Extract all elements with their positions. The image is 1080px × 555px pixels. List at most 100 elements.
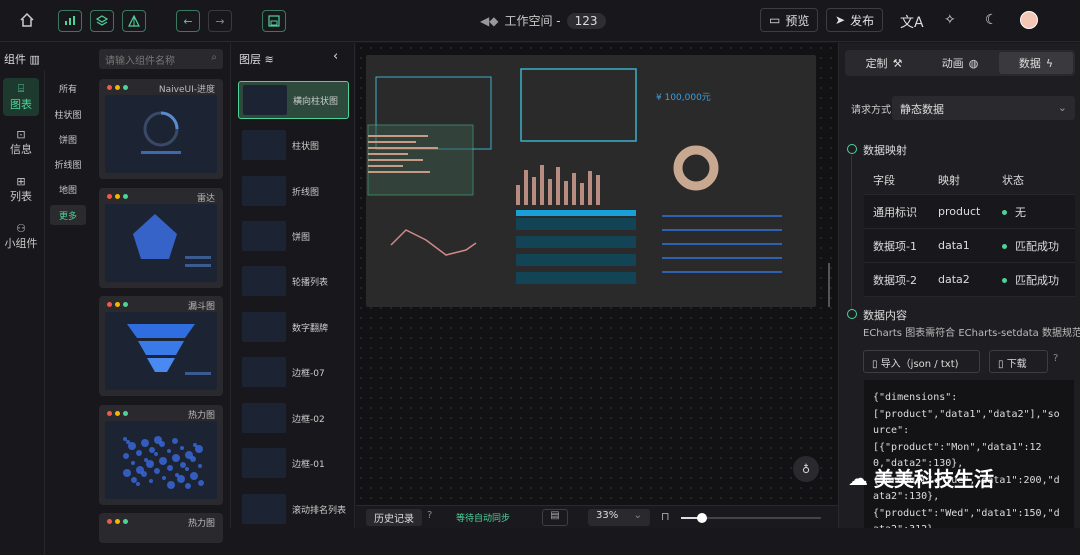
tab-label: 动画 xyxy=(941,57,964,70)
rail-item-widgets[interactable]: ⚇ 小组件 xyxy=(3,222,39,256)
chevron-left-icon[interactable]: ‹ xyxy=(333,49,338,64)
heat-dot xyxy=(185,451,193,459)
stage-preview: ¥ 100,000元 xyxy=(367,68,782,284)
workspace-id[interactable]: 123 xyxy=(566,12,606,29)
content-title: 数据内容 xyxy=(863,309,907,322)
heat-dot xyxy=(172,438,178,444)
layer-item[interactable]: 横向柱状图 xyxy=(238,81,349,119)
rail-item-list[interactable]: ⊞ 列表 xyxy=(3,175,39,209)
layer-item[interactable]: 数字翻牌 xyxy=(238,308,349,346)
tab-animation[interactable]: 动画 ◍ xyxy=(923,52,997,74)
component-name: 热力图 xyxy=(187,519,215,529)
heat-dot xyxy=(144,458,148,462)
cat-line[interactable]: 折线图 xyxy=(50,154,86,174)
layer-item[interactable]: 轮播列表 xyxy=(238,262,349,300)
avatar[interactable] xyxy=(1020,11,1038,29)
dashboard-stage[interactable]: ¥ 100,000元 xyxy=(366,55,816,307)
heat-dot xyxy=(123,469,131,477)
layer-item[interactable]: 饼图 xyxy=(238,217,349,255)
heat-dot xyxy=(154,452,158,456)
download-label: 下载 xyxy=(1006,359,1027,370)
layer-item[interactable]: 折线图 xyxy=(238,172,349,210)
component-card[interactable]: 雷达 xyxy=(99,188,223,288)
download-button[interactable]: ▯ 下载 xyxy=(989,350,1048,373)
layer-item[interactable]: 边框-01 xyxy=(238,444,349,482)
field-cell: 数据项-1 xyxy=(873,239,917,253)
component-card[interactable]: NaiveUI-进度 xyxy=(99,79,223,179)
rail-item-info[interactable]: ⊡ 信息 xyxy=(3,128,39,162)
editor-canvas[interactable]: ¥ 100,000元 ♁ xyxy=(356,43,838,505)
zoom-slider[interactable] xyxy=(681,513,821,523)
layout-icon[interactable]: ▤ xyxy=(542,509,568,526)
heat-dot xyxy=(167,465,173,471)
preview-button[interactable]: ▭ 预览 xyxy=(760,8,819,32)
moon-icon[interactable]: ☾ xyxy=(985,12,998,28)
data-json-editor[interactable]: {"dimensions": ["product","data1","data2… xyxy=(864,380,1074,528)
help-icon[interactable]: ? xyxy=(1053,353,1058,364)
component-card[interactable]: 漏斗图 xyxy=(99,296,223,396)
heat-dot xyxy=(167,481,175,489)
heat-dot xyxy=(190,472,198,480)
canvas-bottom-bar: 历史记录 ? 等待自动同步 ▤ 33% ⌄ ⊓ xyxy=(356,505,838,528)
layer-label: 轮播列表 xyxy=(292,277,329,288)
tab-label: 定制 xyxy=(865,57,888,70)
config-toggle-button[interactable] xyxy=(122,10,146,32)
cat-more[interactable]: 更多 xyxy=(50,205,86,225)
cat-map[interactable]: 地图 xyxy=(50,179,86,199)
table-row: 数据项-1 data1 匹配成功 xyxy=(864,229,1075,263)
layer-label: 滚动排名列表 xyxy=(292,505,347,516)
cat-all[interactable]: 所有 xyxy=(50,78,86,98)
table-header: 字段 映射 状态 xyxy=(864,165,1075,195)
rail-item-charts[interactable]: ⌸ 图表 xyxy=(3,78,39,116)
cat-bar[interactable]: 柱状图 xyxy=(50,104,86,124)
redo-button[interactable]: → xyxy=(208,10,232,32)
history-button[interactable]: 历史记录 xyxy=(366,509,422,526)
save-button[interactable] xyxy=(262,10,286,32)
map-cell: data2 xyxy=(938,273,970,286)
heat-dot xyxy=(149,479,153,483)
zoom-select[interactable]: 33% ⌄ xyxy=(588,509,650,526)
layer-item[interactable]: 滚动排名列表 xyxy=(238,490,349,528)
table-row: 数据项-2 data2 匹配成功 xyxy=(864,263,1075,297)
send-icon: ➤ xyxy=(835,13,846,27)
tab-data[interactable]: 数据 ϟ xyxy=(999,52,1073,74)
help-icon[interactable]: ? xyxy=(427,510,432,521)
component-card[interactable]: 热力图 xyxy=(99,405,223,505)
chart-panel-toggle-button[interactable] xyxy=(58,10,82,32)
field-cell: 通用标识 xyxy=(873,205,917,219)
cat-pie[interactable]: 饼图 xyxy=(50,129,86,149)
field-cell: 数据项-2 xyxy=(873,273,917,287)
undo-button[interactable]: ← xyxy=(176,10,200,32)
stage-money: ¥ 100,000元 xyxy=(656,93,711,103)
layer-label: 横向柱状图 xyxy=(293,96,339,107)
layer-label: 边框-07 xyxy=(292,368,325,379)
planet-icon[interactable]: ♁ xyxy=(793,456,819,482)
heat-dot xyxy=(180,446,184,450)
component-card[interactable]: 热力图 xyxy=(99,513,223,543)
request-select[interactable]: 静态数据 ⌄ xyxy=(892,96,1075,120)
heat-dot xyxy=(172,454,180,462)
arrow-right-icon: → xyxy=(215,14,225,28)
component-name: 漏斗图 xyxy=(187,302,215,312)
tab-custom[interactable]: 定制 ⚒ xyxy=(847,52,921,74)
import-button[interactable]: ▯ 导入（json / txt) xyxy=(863,350,980,373)
search-input[interactable]: 请输入组件名称 ⌕ xyxy=(99,49,223,69)
layer-item[interactable]: 边框-07 xyxy=(238,353,349,391)
magic-wand-icon[interactable]: ✧ xyxy=(944,12,956,28)
layer-item[interactable]: 边框-02 xyxy=(238,399,349,437)
heat-dot xyxy=(131,461,135,465)
home-icon[interactable] xyxy=(20,12,34,27)
rail-label: 列表 xyxy=(10,190,32,203)
preview-label: 预览 xyxy=(785,13,810,28)
heat-dot xyxy=(131,477,137,483)
heat-dot xyxy=(198,464,202,468)
zoom-slider-handle[interactable] xyxy=(697,513,707,523)
table-icon: ⊞ xyxy=(16,175,26,188)
layers-toggle-button[interactable] xyxy=(90,10,114,32)
canvas-scrollbar[interactable] xyxy=(828,263,830,307)
translate-icon[interactable]: 文A xyxy=(900,12,924,32)
heat-dot xyxy=(136,466,144,474)
lock-icon[interactable]: ⊓ xyxy=(661,510,670,523)
layer-item[interactable]: 柱状图 xyxy=(238,126,349,164)
publish-button[interactable]: ➤ 发布 xyxy=(826,8,884,32)
